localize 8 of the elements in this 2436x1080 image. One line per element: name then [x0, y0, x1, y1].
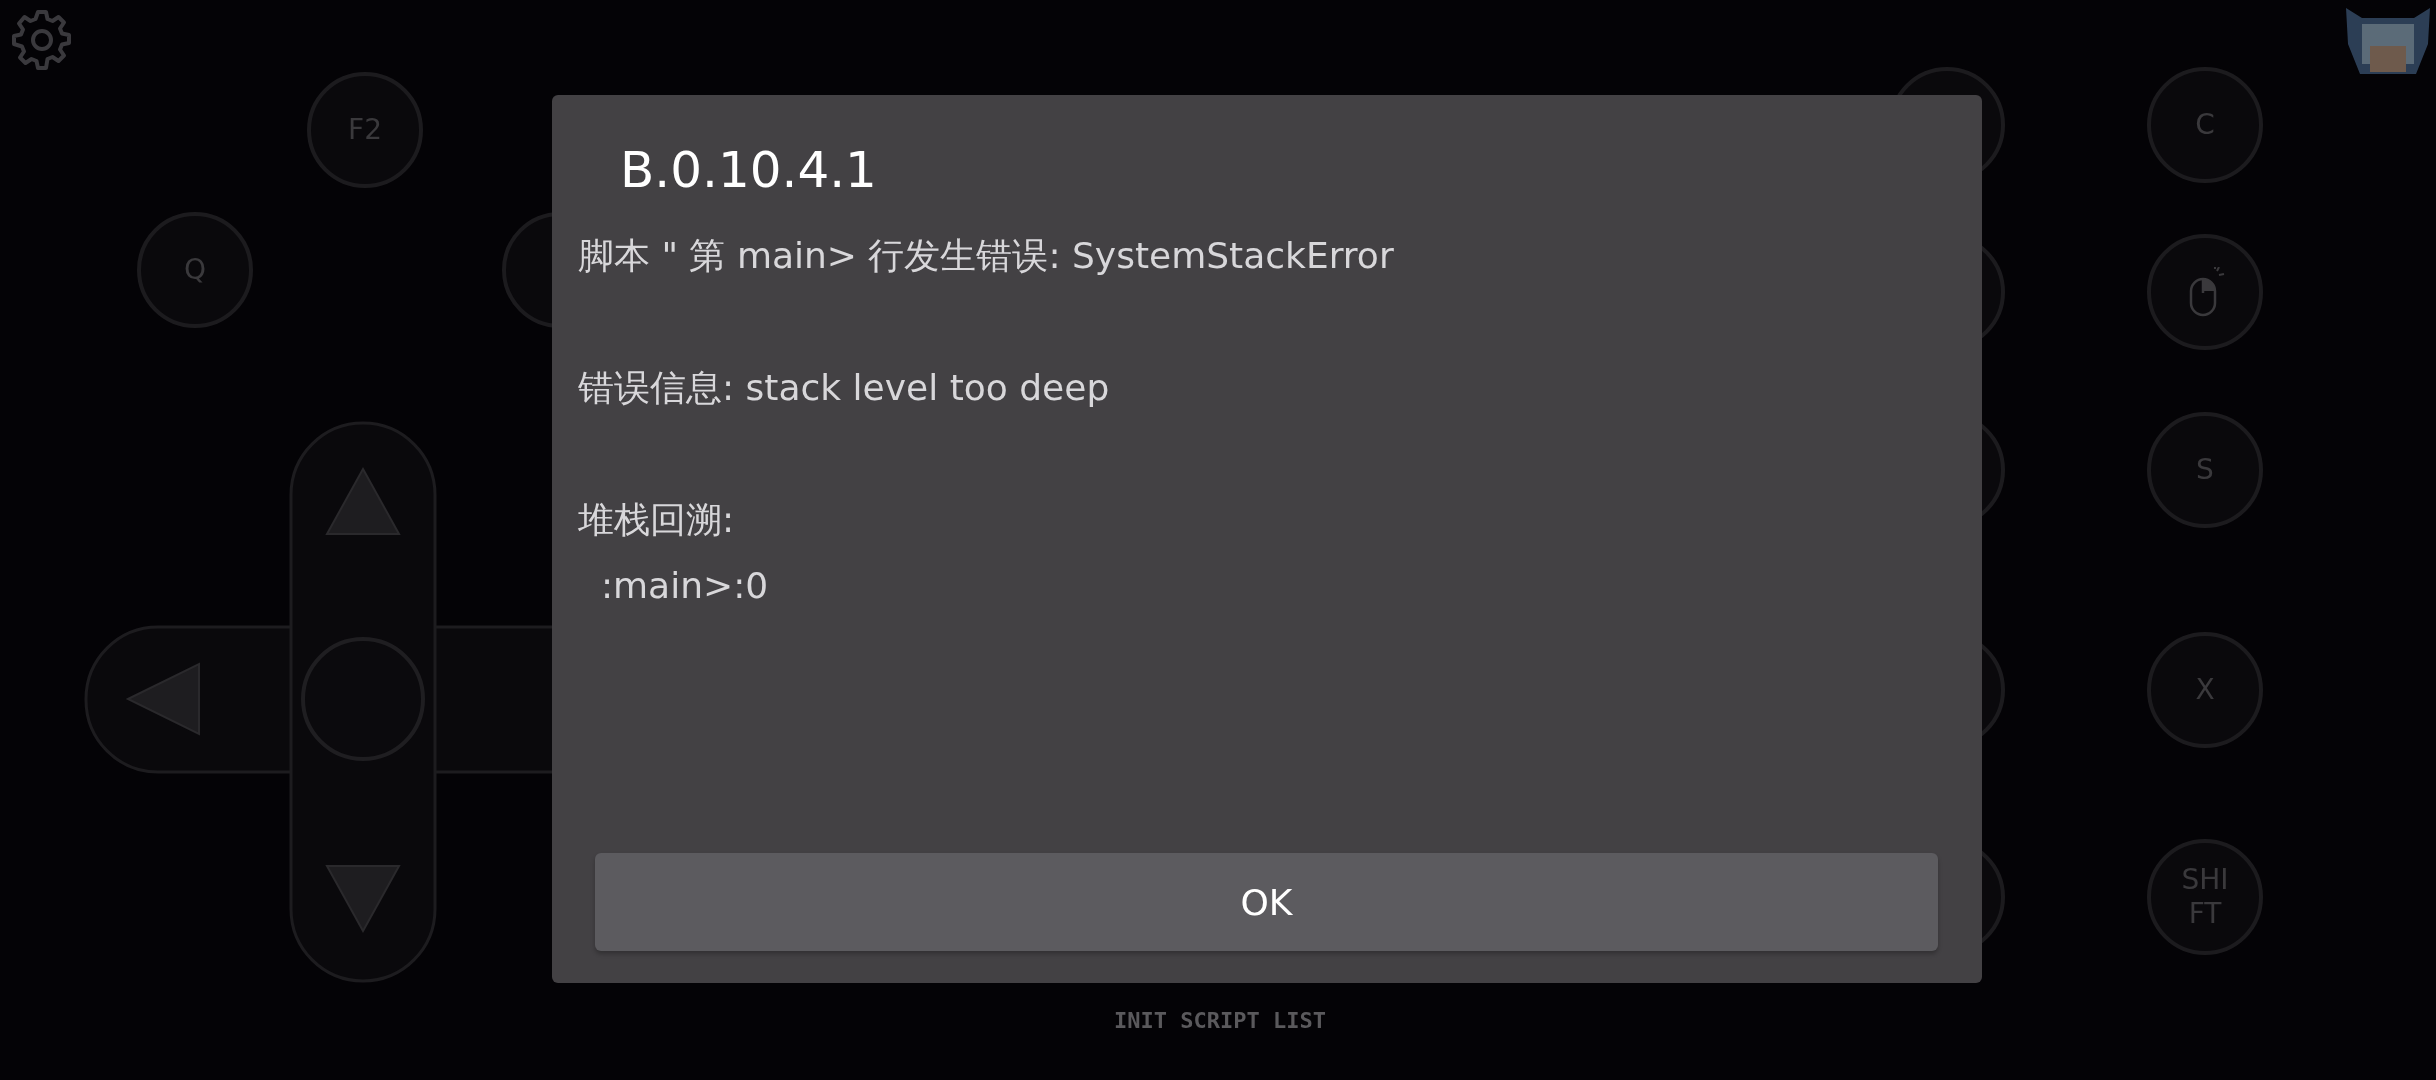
message-text: 堆栈回溯: — [578, 498, 736, 542]
message-text: 脚本 " 第 main> 行发生错误: SystemStackError — [578, 234, 1395, 278]
settings-icon[interactable] — [10, 8, 74, 72]
script-list-label: INIT SCRIPT LIST — [1113, 1008, 1327, 1033]
message-text: 错误信息: stack level too deep — [578, 366, 1111, 410]
dialog-title: B.0.10.4.1 — [619, 145, 878, 195]
ok-button[interactable]: OK — [595, 853, 1938, 951]
message-text: :main>:0 — [599, 564, 770, 608]
